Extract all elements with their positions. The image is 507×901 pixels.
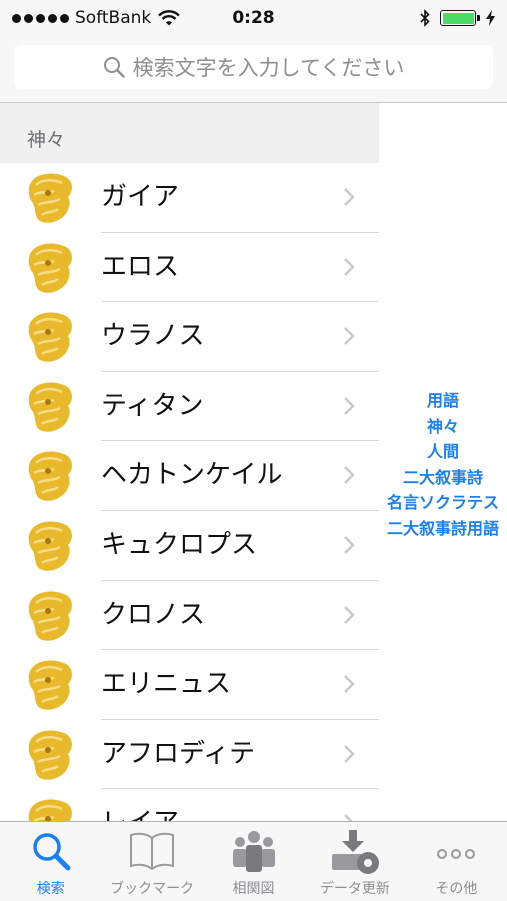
battery-icon (440, 10, 480, 26)
list-item-label: ヘカトンケイル (101, 460, 283, 491)
chevron-right-icon (343, 674, 355, 694)
list-item-label: エリニュス (101, 669, 232, 700)
tab-relations[interactable]: 相関図 (203, 822, 304, 901)
search-placeholder: 検索文字を入力してください (132, 56, 405, 80)
list-item-label: ティタン (101, 390, 204, 421)
list-item-label: ガイア (101, 182, 180, 212)
list-item-label: エロス (101, 251, 180, 282)
chevron-right-icon (343, 326, 355, 346)
chevron-right-icon (343, 813, 355, 821)
deity-thumbnail-icon (24, 519, 76, 573)
list-item-label: アフロディテ (101, 738, 256, 769)
deity-thumbnail-icon (24, 171, 76, 225)
deity-thumbnail-icon (24, 449, 76, 503)
deity-thumbnail-icon (24, 310, 76, 364)
search-icon (103, 57, 125, 78)
tab-label: その他 (435, 881, 478, 897)
list-item-label: キュクロプス (101, 529, 258, 560)
chevron-right-icon (343, 396, 355, 416)
index-item[interactable]: 名言ソクラテス (379, 490, 507, 516)
section-header: 神々 (0, 103, 379, 163)
tab-label: 相関図 (232, 881, 275, 897)
list-item-label: クロノス (101, 599, 206, 630)
search-icon (32, 833, 71, 871)
index-item[interactable]: 人間 (379, 439, 507, 465)
tab-label: 検索 (36, 881, 65, 897)
deity-thumbnail-icon (24, 589, 76, 643)
deity-thumbnail-icon (24, 380, 76, 434)
deity-thumbnail-icon (24, 797, 76, 821)
list-item[interactable]: クロノス (0, 581, 379, 651)
deity-list: ガイアエロスウラノスティタンヘカトンケイル キュクロプス クロノスエリニュスアフロデ… (0, 163, 379, 821)
people-icon (232, 831, 275, 872)
search-bar: 検索文字を入力してください (0, 36, 507, 103)
list-item[interactable]: ウラノス (0, 302, 379, 372)
list-item[interactable]: エリニュス (0, 650, 379, 720)
list-item-label: ウラノス (101, 321, 205, 352)
tab-label: ブックマーク (110, 881, 195, 897)
charging-bolt-icon (486, 10, 495, 26)
status-icons (420, 7, 495, 29)
deity-thumbnail-icon (24, 658, 76, 712)
index-item[interactable]: 用語 (379, 388, 507, 414)
list-item[interactable]: レイア (0, 789, 379, 821)
section-title: 神々 (27, 129, 66, 151)
list-item[interactable]: エロス (0, 233, 379, 303)
search-input[interactable]: 検索文字を入力してください (14, 45, 493, 89)
status-bar: SoftBank 0:28 (0, 0, 507, 36)
deity-thumbnail-icon (24, 241, 76, 295)
section-index: 用語 神々 人間 二大叙事詩 名言ソクラテス 二大叙事詩用語 (379, 388, 507, 541)
list-item[interactable]: アフロディテ (0, 720, 379, 790)
tab-bar: 検索 ブックマーク 相関図 データ更新 その他 (0, 821, 507, 901)
chevron-right-icon (343, 187, 355, 207)
chevron-right-icon (343, 744, 355, 764)
list-item[interactable]: ヘカトンケイル (0, 441, 379, 511)
tab-search[interactable]: 検索 (0, 822, 101, 901)
chevron-right-icon (343, 605, 355, 625)
list-item[interactable]: ガイア (0, 163, 379, 233)
tab-label: データ更新 (319, 881, 390, 897)
bluetooth-icon (420, 9, 430, 27)
list-item-label: レイア (101, 789, 179, 821)
tab-bookmark[interactable]: ブックマーク (101, 822, 202, 901)
index-item[interactable]: 神々 (379, 414, 507, 440)
download-gear-icon (331, 830, 379, 874)
tab-data-update[interactable]: データ更新 (304, 822, 405, 901)
index-item[interactable]: 二大叙事詩 (379, 465, 507, 491)
more-icon (437, 849, 476, 859)
list-item[interactable]: キュクロプス (0, 511, 379, 581)
tab-more[interactable]: その他 (406, 822, 507, 901)
book-icon (130, 832, 175, 870)
chevron-right-icon (343, 257, 355, 277)
list-item[interactable]: ティタン (0, 372, 379, 442)
chevron-right-icon (343, 465, 355, 485)
index-item[interactable]: 二大叙事詩用語 (379, 516, 507, 542)
deity-thumbnail-icon (24, 728, 76, 782)
chevron-right-icon (343, 535, 355, 555)
